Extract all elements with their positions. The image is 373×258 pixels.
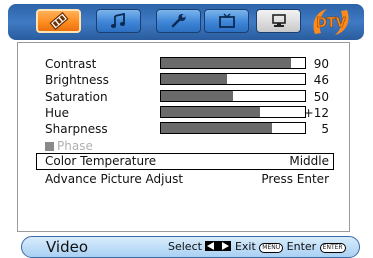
select-label: Select <box>168 240 202 253</box>
music-note-icon <box>110 13 125 28</box>
sharpness-fill <box>161 123 272 133</box>
sharpness-slider[interactable] <box>160 122 306 134</box>
left-right-arrows-icon <box>205 241 232 251</box>
brightness-row[interactable]: Brightness 46 <box>18 72 349 88</box>
exit-label: Exit <box>234 240 256 253</box>
hue-label: Hue <box>45 106 70 120</box>
color-temperature-row[interactable]: Color Temperature Middle <box>18 153 349 169</box>
advance-picture-adjust-row[interactable]: Advance Picture Adjust Press Enter <box>18 171 349 187</box>
enter-key-icon: ENTER <box>319 243 346 253</box>
brightness-value: 46 <box>313 73 329 87</box>
key-hints: Select Exit MENU Enter ENTER <box>168 240 346 254</box>
menu-tab-bar: DTV <box>8 4 364 40</box>
saturation-value: 50 <box>313 90 329 104</box>
disabled-phase-icon <box>45 142 54 151</box>
tab-pc[interactable] <box>256 9 301 33</box>
brightness-fill <box>161 74 228 84</box>
advance-picture-adjust-label: Advance Picture Adjust <box>45 172 184 186</box>
menu-title: Video <box>46 238 89 256</box>
sharpness-value: 5 <box>321 122 329 136</box>
tv-icon <box>218 13 235 28</box>
wrench-icon <box>171 13 186 28</box>
saturation-slider[interactable] <box>160 90 306 102</box>
brightness-label: Brightness <box>45 73 109 87</box>
enter-label: Enter <box>286 240 317 253</box>
contrast-label: Contrast <box>45 57 97 71</box>
contrast-row[interactable]: Contrast 90 <box>18 56 349 72</box>
saturation-fill <box>161 91 233 101</box>
saturation-label: Saturation <box>45 90 108 104</box>
hue-slider[interactable] <box>160 106 306 118</box>
menu-key-icon: MENU <box>259 243 284 253</box>
dtv-logo-icon: DTV <box>313 9 349 35</box>
tab-dtv[interactable]: DTV <box>309 6 353 38</box>
color-temperature-label: Color Temperature <box>45 154 157 168</box>
saturation-row[interactable]: Saturation 50 <box>18 89 349 105</box>
tab-audio[interactable] <box>96 9 141 33</box>
color-temperature-value: Middle <box>289 154 329 168</box>
tab-video[interactable] <box>36 9 81 33</box>
dtv-logo-text: DTV <box>316 16 346 31</box>
advance-picture-adjust-value: Press Enter <box>261 172 329 186</box>
contrast-fill <box>161 58 291 68</box>
hue-value: +12 <box>303 106 329 120</box>
tab-tv[interactable] <box>204 9 249 33</box>
contrast-slider[interactable] <box>160 57 306 69</box>
status-bar: Video Select Exit MENU Enter ENTER <box>21 236 360 258</box>
film-icon <box>48 12 69 30</box>
phase-label: Phase <box>57 139 93 153</box>
phase-row: Phase <box>18 138 349 154</box>
contrast-value: 90 <box>313 57 329 71</box>
tab-setup[interactable] <box>156 9 201 33</box>
hue-row[interactable]: Hue +12 <box>18 105 349 121</box>
hue-fill <box>161 107 261 117</box>
picture-settings-panel: Contrast 90 Brightness 46 Saturation 50 … <box>17 42 350 232</box>
sharpness-label: Sharpness <box>45 122 108 136</box>
sharpness-row[interactable]: Sharpness 5 <box>18 121 349 137</box>
monitor-icon <box>271 14 286 27</box>
brightness-slider[interactable] <box>160 73 306 85</box>
